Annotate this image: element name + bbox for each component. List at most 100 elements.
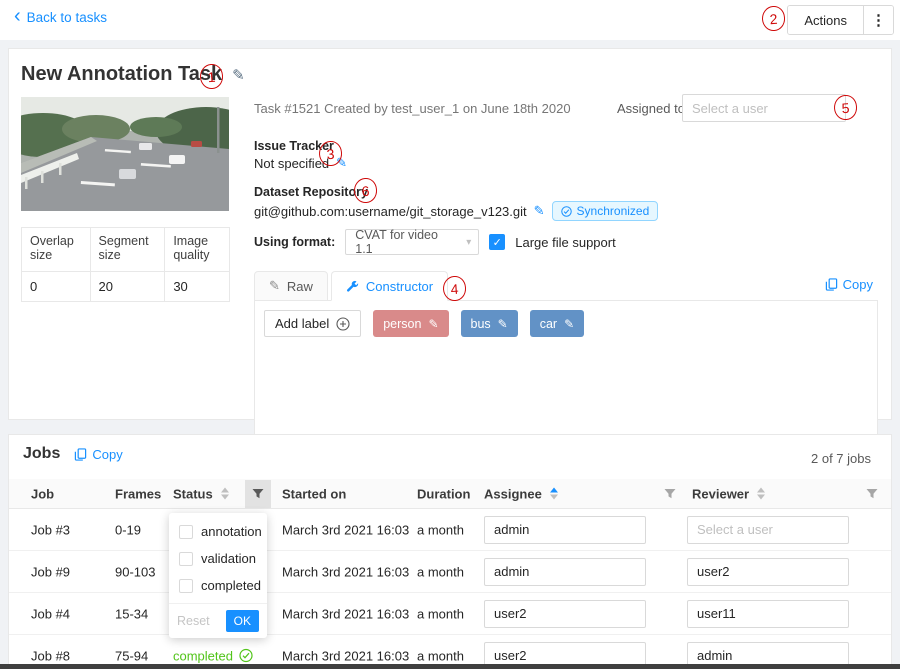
reviewer-filter-icon[interactable]	[859, 480, 885, 508]
assignee-select-job9[interactable]	[484, 558, 646, 586]
column-job[interactable]: Job	[31, 486, 54, 501]
assignee-select-job4[interactable]	[484, 600, 646, 628]
filter-ok-button[interactable]: OK	[226, 610, 259, 632]
column-reviewer[interactable]: Reviewer	[692, 486, 765, 501]
task-parameters-table: Overlap size Segment size Image quality …	[21, 227, 230, 302]
plus-circle-icon	[336, 317, 350, 331]
filter-option-annotation-label: annotation	[201, 524, 262, 539]
large-file-checkbox[interactable]: ✓	[489, 234, 505, 250]
reviewer-select-job9[interactable]	[687, 558, 849, 586]
duration-cell: a month	[417, 606, 464, 621]
duration-cell: a month	[417, 564, 464, 579]
edit-label-bus-icon[interactable]: ✎	[498, 317, 508, 331]
jobs-count: 2 of 7 jobs	[811, 451, 871, 466]
window-bottom-edge	[0, 664, 900, 669]
checkbox-completed[interactable]	[179, 579, 193, 593]
jobs-table-header: Job Frames Status Started on Duration As…	[9, 479, 891, 509]
reviewer-sorter-icon[interactable]	[757, 488, 765, 500]
actions-more-button[interactable]: ⋮	[863, 6, 893, 34]
column-frames[interactable]: Frames	[115, 486, 161, 501]
reviewer-input-job9[interactable]	[688, 559, 848, 585]
edit-task-name-icon[interactable]: ✎	[232, 66, 245, 84]
status-filter-icon[interactable]	[245, 480, 271, 508]
constructor-tool-icon	[346, 280, 359, 293]
label-tag-car-text: car	[540, 317, 557, 331]
label-tag-car[interactable]: car ✎	[530, 310, 584, 337]
checkbox-validation[interactable]	[179, 552, 193, 566]
status-filter-dropdown: annotation validation completed Reset OK	[169, 513, 267, 638]
dataset-repository-url: git@github.com:username/git_storage_v123…	[254, 204, 527, 219]
assignee-sorter-icon[interactable]	[550, 488, 558, 500]
job-row-9: Job #9 90-103 March 3rd 2021 16:03 a mon…	[9, 551, 891, 593]
param-header-segment: Segment size	[90, 228, 165, 272]
job-link-8[interactable]: Job #8	[31, 648, 70, 663]
tab-raw[interactable]: ✎ Raw	[254, 271, 328, 301]
more-vertical-icon: ⋮	[871, 12, 886, 29]
task-assignee-select[interactable]	[682, 94, 846, 122]
add-label-button[interactable]: Add label	[264, 310, 361, 337]
assignee-filter-icon[interactable]	[657, 480, 683, 508]
column-assignee[interactable]: Assignee	[484, 486, 558, 501]
filter-reset-button[interactable]: Reset	[177, 614, 210, 628]
edit-label-car-icon[interactable]: ✎	[564, 317, 574, 331]
reviewer-select-job3[interactable]	[687, 516, 849, 544]
copy-jobs-link[interactable]: Copy	[74, 447, 122, 462]
cvat-task-page: ‹ Back to tasks Actions ⋮ 1 2 3 4 5 6 Ne…	[0, 0, 900, 669]
assignee-select-job3[interactable]	[484, 516, 646, 544]
copy-icon	[74, 448, 87, 461]
column-duration: Duration	[417, 486, 470, 501]
label-tag-person[interactable]: person ✎	[373, 310, 448, 337]
params-value-row: 0 20 30	[22, 272, 230, 302]
params-header-row: Overlap size Segment size Image quality	[22, 228, 230, 272]
format-select-value: CVAT for video 1.1	[346, 228, 466, 256]
dataset-repository-row: git@github.com:username/git_storage_v123…	[254, 201, 658, 221]
started-cell: March 3rd 2021 16:03	[282, 522, 409, 537]
edit-label-person-icon[interactable]: ✎	[428, 317, 438, 331]
filter-option-annotation[interactable]: annotation	[169, 518, 267, 545]
filter-option-completed[interactable]: completed	[169, 572, 267, 599]
reviewer-input-job4[interactable]	[688, 601, 848, 627]
job-link-4[interactable]: Job #4	[31, 606, 70, 621]
param-header-overlap: Overlap size	[22, 228, 91, 272]
column-started-on: Started on	[282, 486, 346, 501]
task-details-card: New Annotation Task ✎	[8, 48, 892, 420]
jobs-title: Jobs	[23, 445, 60, 463]
using-format-label: Using format:	[254, 235, 335, 249]
label-tag-bus[interactable]: bus ✎	[461, 310, 518, 337]
column-status[interactable]: Status	[173, 486, 229, 501]
status-sorter-icon[interactable]	[221, 488, 229, 500]
frames-cell: 0-19	[115, 522, 141, 537]
sync-check-icon	[561, 206, 572, 217]
add-label-text: Add label	[275, 316, 329, 331]
assignee-input-job9[interactable]	[485, 559, 645, 585]
assigned-to-label: Assigned to	[617, 101, 685, 116]
actions-button[interactable]: Actions	[788, 6, 863, 34]
checkbox-annotation[interactable]	[179, 525, 193, 539]
filter-option-validation[interactable]: validation	[169, 545, 267, 572]
reviewer-select-job4[interactable]	[687, 600, 849, 628]
labels-tabbar: ✎ Raw Constructor	[254, 271, 878, 301]
edit-dataset-repository-icon[interactable]: ✎	[534, 203, 545, 219]
chevron-down-icon: ▾	[466, 237, 471, 248]
reviewer-input-job3[interactable]	[688, 517, 848, 543]
job-link-9[interactable]: Job #9	[31, 564, 70, 579]
task-assignee-input[interactable]	[683, 95, 845, 121]
started-cell: March 3rd 2021 16:03	[282, 564, 409, 579]
tab-constructor[interactable]: Constructor	[331, 271, 448, 301]
copy-labels-label: Copy	[843, 277, 873, 292]
job-row-4: Job #4 15-34 March 3rd 2021 16:03 a mont…	[9, 593, 891, 635]
assignee-input-job3[interactable]	[485, 517, 645, 543]
back-chevron-icon: ‹	[14, 7, 21, 25]
format-select[interactable]: CVAT for video 1.1 ▾	[345, 229, 479, 255]
using-format-row: Using format: CVAT for video 1.1 ▾ ✓ Lar…	[254, 229, 616, 255]
job-link-3[interactable]: Job #3	[31, 522, 70, 537]
filter-option-completed-label: completed	[201, 578, 261, 593]
frames-cell: 15-34	[115, 606, 148, 621]
assignee-input-job4[interactable]	[485, 601, 645, 627]
tab-constructor-label: Constructor	[366, 279, 433, 294]
param-value-quality: 30	[165, 272, 230, 302]
back-to-tasks-link[interactable]: ‹ Back to tasks	[14, 9, 107, 25]
raw-pencil-icon: ✎	[269, 278, 280, 294]
large-file-label: Large file support	[515, 235, 615, 250]
copy-labels-link[interactable]: Copy	[825, 277, 873, 292]
